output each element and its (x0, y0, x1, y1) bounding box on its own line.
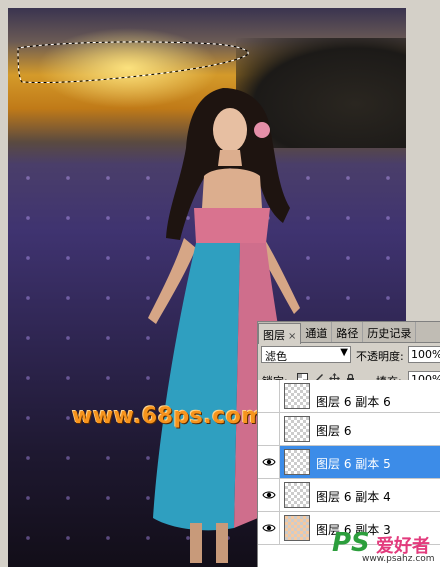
visibility-toggle[interactable] (258, 446, 280, 478)
tab-history[interactable]: 历史记录 (363, 322, 417, 342)
opacity-input[interactable]: 100% (408, 346, 440, 363)
eye-icon (262, 524, 276, 532)
layer-thumbnail (284, 515, 310, 541)
layer-name: 图层 6 副本 5 (316, 457, 391, 471)
layer-row[interactable]: 图层 6 副本 6 (258, 380, 440, 413)
tab-paths[interactable]: 路径 (332, 322, 364, 342)
blend-mode-select[interactable]: 滤色 ▼ (261, 346, 351, 363)
tab-layers-label: 图层 (263, 329, 285, 342)
blend-row: 滤色 ▼ 不透明度: 100% (258, 344, 440, 366)
layer-thumbnail (284, 383, 310, 409)
layer-name: 图层 6 副本 4 (316, 490, 391, 504)
layer-row[interactable]: 图层 6 副本 4 (258, 479, 440, 512)
chevron-down-icon: ▼ (340, 347, 348, 358)
layer-thumbnail (284, 449, 310, 475)
close-icon[interactable]: × (288, 331, 296, 342)
eye-icon (262, 458, 276, 466)
layer-thumbnail (284, 416, 310, 442)
visibility-toggle[interactable] (258, 413, 280, 445)
blend-mode-value: 滤色 (265, 350, 287, 363)
marquee-selection[interactable] (16, 38, 252, 86)
visibility-toggle[interactable] (258, 380, 280, 412)
layer-row-selected[interactable]: 图层 6 副本 5 (258, 446, 440, 479)
logo-url: www.psahz.com (362, 554, 435, 564)
layer-row[interactable]: 图层 6 (258, 413, 440, 446)
site-logo: PS 爱好者 www.psahz.com (332, 528, 440, 566)
layer-name: 图层 6 (316, 424, 352, 438)
eye-icon (262, 491, 276, 499)
tab-layers[interactable]: 图层 × (258, 323, 302, 344)
visibility-toggle[interactable] (258, 512, 280, 544)
panel-tabs: 图层 × 通道 路径 历史记录 (258, 322, 440, 344)
layer-thumbnail (284, 482, 310, 508)
layer-name: 图层 6 副本 6 (316, 395, 391, 409)
tab-channels[interactable]: 通道 (301, 322, 333, 342)
visibility-toggle[interactable] (258, 479, 280, 511)
opacity-label: 不透明度: (356, 350, 404, 363)
